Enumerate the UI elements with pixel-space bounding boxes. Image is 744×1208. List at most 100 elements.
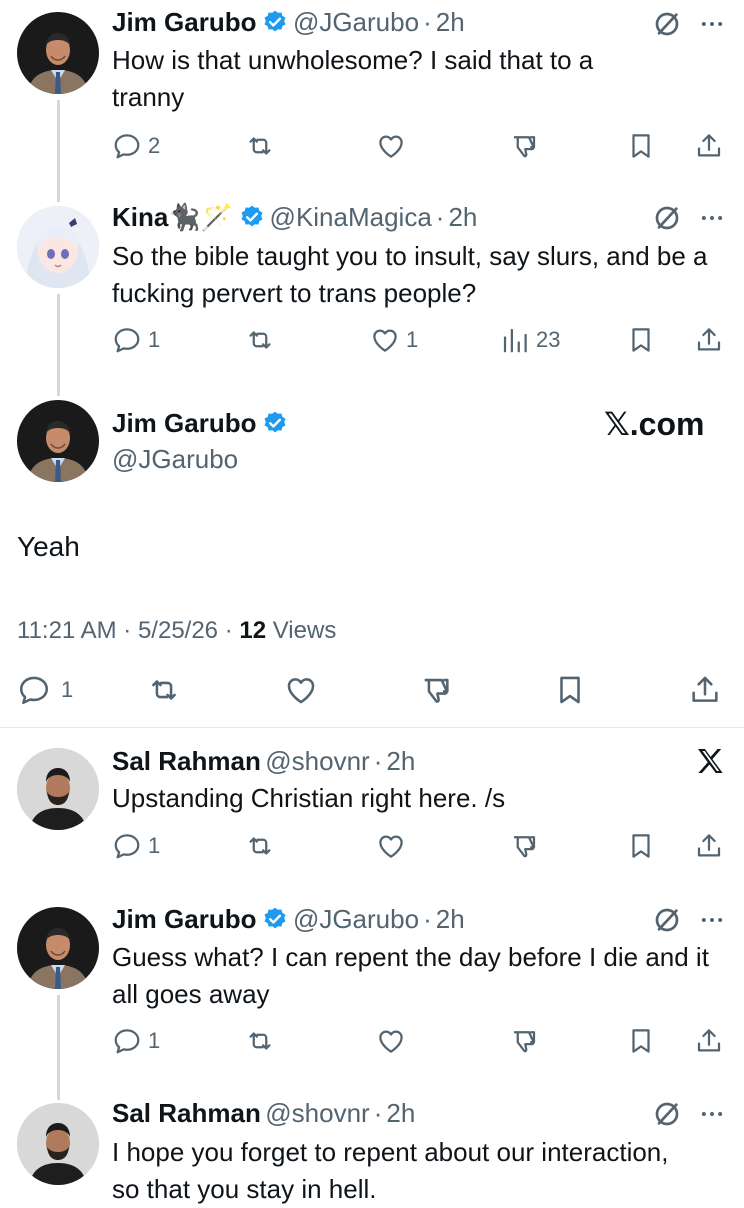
- repost-icon: [245, 1026, 275, 1056]
- avatar[interactable]: [17, 12, 99, 94]
- handle[interactable]: @shovnr: [265, 746, 369, 776]
- repost-button[interactable]: [245, 831, 275, 861]
- handle[interactable]: @JGarubo: [293, 904, 419, 934]
- post-text: So the bible taught you to insult, say s…: [112, 241, 708, 308]
- downvote-button[interactable]: [509, 831, 539, 861]
- downvote-icon: [509, 1026, 539, 1056]
- reply-icon: [112, 325, 142, 355]
- handle[interactable]: @KinaMagica: [270, 202, 432, 232]
- like-button[interactable]: [376, 831, 406, 861]
- grok-icon[interactable]: [651, 904, 683, 936]
- separator: ·: [423, 904, 432, 934]
- thread-line: [57, 294, 60, 396]
- separator: ·: [435, 202, 445, 232]
- handle[interactable]: @shovnr: [265, 1098, 369, 1128]
- bookmark-icon: [626, 325, 656, 355]
- grok-icon[interactable]: [651, 1098, 683, 1130]
- more-icon[interactable]: [698, 906, 726, 934]
- avatar[interactable]: [17, 400, 99, 482]
- display-name[interactable]: Sal Rahman: [112, 746, 261, 776]
- repost-icon: [245, 131, 275, 161]
- timestamp[interactable]: 2h: [386, 1098, 415, 1128]
- downvote-button[interactable]: [509, 131, 539, 161]
- reply-button[interactable]: 1: [112, 1026, 160, 1056]
- brand-logo: 𝕏.com: [604, 406, 705, 442]
- bookmark-icon: [626, 131, 656, 161]
- post-header: Jim Garubo @JGarubo · 2h: [112, 904, 465, 939]
- share-icon: [694, 131, 724, 161]
- repost-button[interactable]: [245, 325, 275, 355]
- reply-icon: [112, 831, 142, 861]
- divider: [0, 727, 744, 728]
- like-icon: [376, 1026, 406, 1056]
- display-name[interactable]: Sal Rahman: [112, 1098, 261, 1128]
- post-text: How is that unwholesome? I said that to …: [112, 45, 594, 112]
- handle[interactable]: @JGarubo: [293, 7, 419, 37]
- more-icon[interactable]: [698, 204, 726, 232]
- reply-count: 1: [148, 833, 161, 858]
- avatar[interactable]: [17, 748, 99, 830]
- reply-count: 1: [148, 1028, 161, 1053]
- avatar[interactable]: [17, 907, 99, 989]
- display-name[interactable]: Jim Garubo: [112, 7, 256, 37]
- handle[interactable]: @JGarubo: [112, 444, 238, 475]
- downvote-icon: [509, 831, 539, 861]
- share-button[interactable]: [694, 1026, 724, 1056]
- post-header: Sal Rahman @shovnr · 2h: [112, 1098, 415, 1133]
- like-count: 1: [406, 327, 419, 352]
- share-button[interactable]: [694, 131, 724, 161]
- avatar[interactable]: [17, 206, 99, 288]
- timestamp[interactable]: 2h: [448, 202, 477, 232]
- views-count: 12: [239, 617, 267, 644]
- share-button[interactable]: [694, 831, 724, 861]
- like-icon: [370, 325, 400, 355]
- share-button[interactable]: [688, 673, 722, 707]
- views-icon: [500, 325, 530, 355]
- downvote-button[interactable]: [509, 1026, 539, 1056]
- display-name[interactable]: Jim Garubo: [112, 904, 256, 934]
- like-button[interactable]: [284, 673, 318, 707]
- bookmark-button[interactable]: [553, 673, 587, 707]
- display-name[interactable]: Jim Garubo: [112, 408, 256, 438]
- avatar[interactable]: [17, 1103, 99, 1185]
- reply-count: 1: [61, 677, 74, 702]
- timestamp[interactable]: 2h: [436, 7, 465, 37]
- repost-button[interactable]: [245, 1026, 275, 1056]
- thread-line: [57, 100, 60, 202]
- reply-button[interactable]: 1: [112, 325, 160, 355]
- repost-button[interactable]: [245, 131, 275, 161]
- grok-icon[interactable]: [651, 202, 683, 234]
- views-button[interactable]: 23: [500, 325, 560, 355]
- timestamp[interactable]: 2h: [436, 904, 465, 934]
- display-name[interactable]: Kina🐈‍⬛🪄: [112, 202, 233, 232]
- reply-count: 2: [148, 133, 161, 158]
- timestamp[interactable]: 11:21 AM · 5/25/26 ·: [17, 617, 233, 644]
- bookmark-button[interactable]: [626, 131, 656, 161]
- bookmark-button[interactable]: [626, 325, 656, 355]
- repost-icon: [245, 325, 275, 355]
- downvote-button[interactable]: [419, 673, 453, 707]
- bookmark-button[interactable]: [626, 1026, 656, 1056]
- timestamp[interactable]: 2h: [386, 746, 415, 776]
- repost-button[interactable]: [147, 673, 181, 707]
- grok-icon[interactable]: [651, 8, 683, 40]
- more-icon[interactable]: [698, 1100, 726, 1128]
- reply-count: 1: [148, 327, 161, 352]
- reply-button[interactable]: 1: [17, 673, 73, 707]
- like-button[interactable]: [376, 1026, 406, 1056]
- reply-icon: [17, 673, 51, 707]
- verified-badge-icon: [262, 9, 288, 35]
- more-icon[interactable]: [698, 10, 726, 38]
- like-icon: [376, 131, 406, 161]
- post-text: Yeah: [17, 531, 80, 562]
- bookmark-icon: [626, 831, 656, 861]
- views-label: Views: [272, 617, 337, 644]
- like-button[interactable]: [376, 131, 406, 161]
- reply-button[interactable]: 1: [112, 831, 160, 861]
- bookmark-button[interactable]: [626, 831, 656, 861]
- separator: ·: [373, 746, 383, 776]
- share-button[interactable]: [694, 325, 724, 355]
- like-button[interactable]: 1: [370, 325, 418, 355]
- reply-button[interactable]: 2: [112, 131, 160, 161]
- post-header: Jim Garubo: [112, 408, 288, 443]
